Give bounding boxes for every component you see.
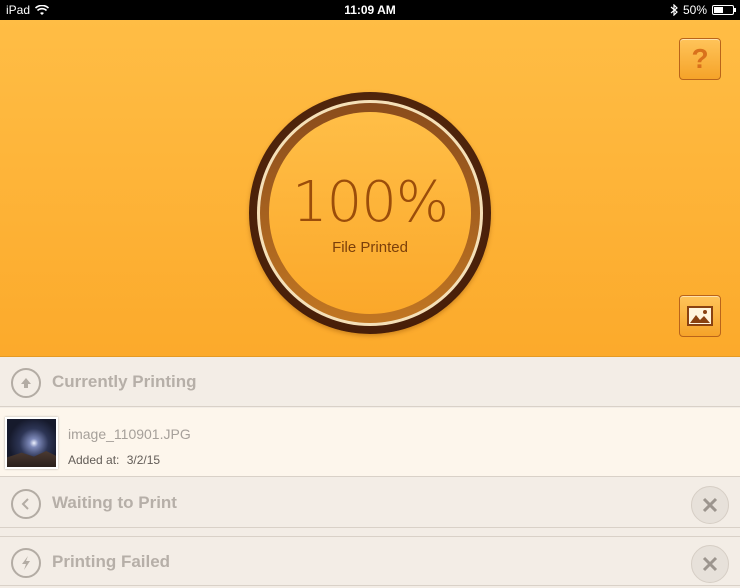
bluetooth-icon: [670, 4, 678, 16]
section-title: Currently Printing: [52, 372, 197, 391]
lightning-icon: [11, 548, 41, 578]
image-thumbnail: [5, 417, 58, 469]
battery-percent: 50%: [682, 3, 707, 17]
close-icon: [702, 556, 718, 572]
image-icon: [687, 306, 713, 326]
added-date: 3/2/15: [126, 453, 161, 467]
clear-waiting-button[interactable]: [691, 486, 729, 524]
section-currently-printing[interactable]: Currently Printing: [0, 357, 740, 407]
battery-level: [714, 7, 723, 13]
section-title: Printing Failed: [52, 552, 171, 571]
gallery-button[interactable]: [679, 295, 721, 337]
item-filename: image_110901.JPG: [68, 426, 191, 442]
section-title: Waiting to Print: [52, 493, 177, 512]
clear-failed-button[interactable]: [691, 545, 729, 583]
progress-status-label: File Printed: [332, 239, 408, 256]
item-added-at: Added at: 3/2/15: [68, 453, 160, 467]
added-label: Added at:: [68, 453, 120, 467]
back-arrow-icon: [11, 489, 41, 519]
question-icon: ?: [691, 43, 709, 74]
list-item[interactable]: image_110901.JPG Added at: 3/2/15: [0, 408, 740, 477]
section-printing-failed[interactable]: Printing Failed: [0, 536, 740, 586]
print-progress-panel: ? 100% File Printed: [0, 20, 740, 357]
progress-percent: 100%: [291, 170, 449, 235]
close-icon: [702, 497, 718, 513]
battery-icon: [712, 5, 736, 15]
section-waiting-to-print[interactable]: Waiting to Print: [0, 478, 740, 528]
status-bar: iPad 11:09 AM 50%: [0, 0, 740, 20]
progress-center: 100% File Printed: [269, 112, 471, 314]
help-button[interactable]: ?: [679, 38, 721, 80]
progress-ring: 100% File Printed: [249, 92, 491, 334]
upload-arrow-icon: [11, 368, 41, 398]
status-time: 11:09 AM: [344, 3, 396, 17]
